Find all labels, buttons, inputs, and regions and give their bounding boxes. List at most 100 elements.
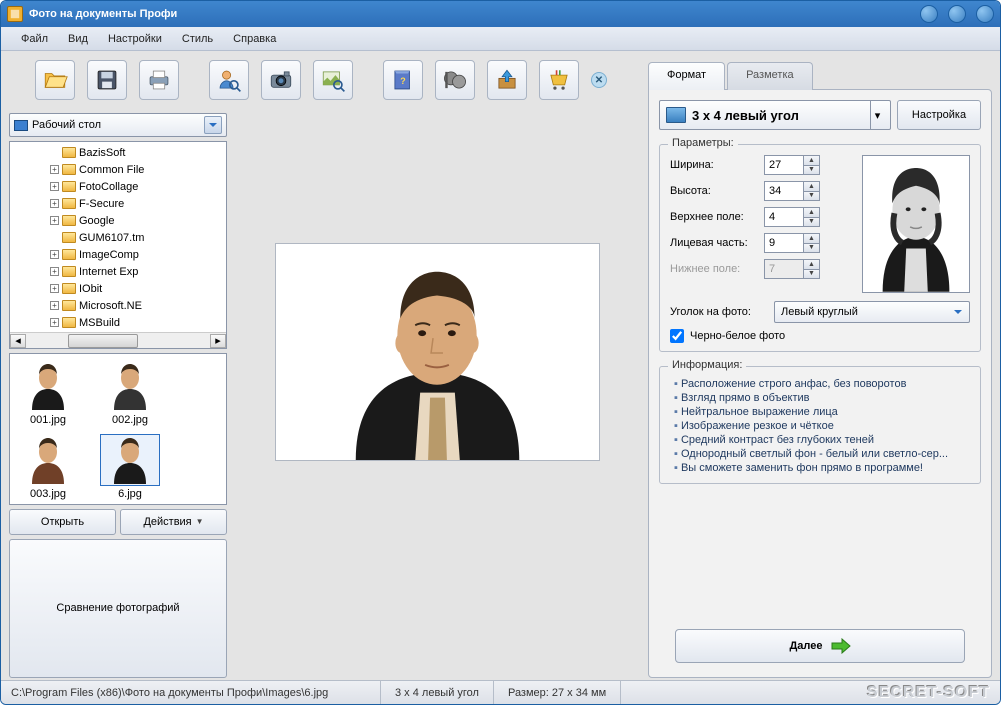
menu-file[interactable]: Файл — [11, 30, 58, 48]
menubar: Файл Вид Настройки Стиль Справка — [1, 27, 1000, 51]
folder-icon — [62, 283, 76, 294]
tree-item[interactable]: BazisSoft — [50, 144, 226, 161]
arrow-right-icon — [831, 638, 851, 654]
folder-icon — [62, 300, 76, 311]
toolbar-close-icon[interactable]: ✕ — [591, 72, 607, 88]
camera-button[interactable] — [261, 60, 301, 100]
menu-style[interactable]: Стиль — [172, 30, 223, 48]
scroll-right-button[interactable]: ▸ — [210, 334, 226, 348]
info-list: Расположение строго анфас, без поворотов… — [670, 377, 970, 475]
open-folder-button[interactable] — [35, 60, 75, 100]
parameters-group: Параметры: Ширина:▲▼ Высота:▲▼ Верхнее п… — [659, 144, 981, 352]
monitor-icon — [14, 120, 28, 131]
bw-checkbox[interactable] — [670, 329, 684, 343]
location-label: Рабочий стол — [32, 119, 200, 131]
watermark: SECRET-SOFT — [867, 684, 990, 702]
location-combo[interactable]: Рабочий стол — [9, 113, 227, 137]
tree-item[interactable]: +FotoCollage — [50, 178, 226, 195]
tree-item[interactable]: +Microsoft.NE — [50, 297, 226, 314]
chevron-down-icon — [953, 307, 963, 317]
configure-button[interactable]: Настройка — [897, 100, 981, 130]
tree-item[interactable]: +Common File — [50, 161, 226, 178]
status-path: C:\Program Files (x86)\Фото на документы… — [11, 681, 381, 704]
corner-label: Уголок на фото: — [670, 306, 768, 318]
folder-icon — [62, 198, 76, 209]
person-search-button[interactable] — [209, 60, 249, 100]
tree-item[interactable]: +F-Secure — [50, 195, 226, 212]
folder-icon — [62, 232, 76, 243]
chevron-down-icon[interactable]: ▾ — [870, 101, 884, 129]
maximize-button[interactable] — [948, 5, 966, 23]
tree-item[interactable]: GUM6107.tm — [50, 229, 226, 246]
height-stepper[interactable]: ▲▼ — [764, 181, 820, 201]
statusbar: C:\Program Files (x86)\Фото на документы… — [1, 680, 1000, 704]
thumbnail[interactable]: 001.jpg — [16, 360, 80, 426]
photo-icon — [666, 107, 686, 123]
svg-text:?: ? — [400, 76, 405, 86]
info-item: Расположение строго анфас, без поворотов — [674, 377, 970, 391]
next-button[interactable]: Далее — [675, 629, 965, 663]
bw-label: Черно-белое фото — [690, 330, 785, 342]
info-item: Однородный светлый фон - белый или светл… — [674, 447, 970, 461]
thumbnail[interactable]: 003.jpg — [16, 434, 80, 500]
format-combo[interactable]: 3 х 4 левый угол ▾ — [659, 100, 891, 130]
video-button[interactable] — [435, 60, 475, 100]
tree-item[interactable]: +MSBuild — [50, 314, 226, 331]
minimize-button[interactable] — [920, 5, 938, 23]
toolbar: ? ✕ — [35, 57, 607, 103]
tree-hscrollbar[interactable]: ◂ ▸ — [10, 332, 226, 348]
thumbnail[interactable]: 002.jpg — [98, 360, 162, 426]
folder-icon — [62, 266, 76, 277]
zoom-photo-button[interactable] — [313, 60, 353, 100]
save-button[interactable] — [87, 60, 127, 100]
width-stepper[interactable]: ▲▼ — [764, 155, 820, 175]
preview-image — [276, 244, 599, 460]
top-margin-stepper[interactable]: ▲▼ — [764, 207, 820, 227]
folder-icon — [62, 147, 76, 158]
face-stepper[interactable]: ▲▼ — [764, 233, 820, 253]
sample-preview — [862, 155, 970, 293]
info-legend: Информация: — [668, 359, 746, 371]
info-item: Взгляд прямо в объектив — [674, 391, 970, 405]
parameters-legend: Параметры: — [668, 137, 738, 149]
folder-icon — [62, 181, 76, 192]
folder-icon — [62, 317, 76, 328]
menu-settings[interactable]: Настройки — [98, 30, 172, 48]
tree-item[interactable]: +Google — [50, 212, 226, 229]
info-item: Изображение резкое и чёткое — [674, 419, 970, 433]
tree-item[interactable]: +IObit — [50, 280, 226, 297]
folder-icon — [62, 249, 76, 260]
corner-select[interactable]: Левый круглый — [774, 301, 970, 323]
center-panel — [235, 113, 640, 678]
update-button[interactable] — [487, 60, 527, 100]
cart-button[interactable] — [539, 60, 579, 100]
scroll-left-button[interactable]: ◂ — [10, 334, 26, 348]
thumbnail[interactable]: 6.jpg — [98, 434, 162, 500]
menu-view[interactable]: Вид — [58, 30, 98, 48]
info-item: Средний контраст без глубоких теней — [674, 433, 970, 447]
status-format: 3 х 4 левый угол — [381, 681, 494, 704]
close-button[interactable] — [976, 5, 994, 23]
window-title: Фото на документы Профи — [29, 8, 910, 20]
left-panel: Рабочий стол BazisSoft+Common File+FotoC… — [9, 113, 227, 678]
tree-item[interactable]: +ImageComp — [50, 246, 226, 263]
tree-item[interactable]: +Internet Exp — [50, 263, 226, 280]
tab-markup[interactable]: Разметка — [727, 62, 813, 90]
photo-preview — [275, 243, 600, 461]
menu-help[interactable]: Справка — [223, 30, 286, 48]
chevron-down-icon[interactable] — [204, 116, 222, 134]
open-button[interactable]: Открыть — [9, 509, 116, 535]
folder-tree[interactable]: BazisSoft+Common File+FotoCollage+F-Secu… — [9, 141, 227, 349]
compare-button[interactable]: Сравнение фотографий — [9, 539, 227, 679]
print-button[interactable] — [139, 60, 179, 100]
help-book-button[interactable]: ? — [383, 60, 423, 100]
bottom-margin-stepper: ▲▼ — [764, 259, 820, 279]
actions-button[interactable]: Действия▼ — [120, 509, 227, 535]
scroll-thumb[interactable] — [68, 334, 138, 348]
format-name: 3 х 4 левый угол — [692, 108, 864, 123]
titlebar: Фото на документы Профи — [1, 1, 1000, 27]
chevron-down-icon: ▼ — [196, 517, 204, 526]
tab-format[interactable]: Формат — [648, 62, 725, 90]
status-size: Размер: 27 х 34 мм — [494, 681, 621, 704]
folder-icon — [62, 215, 76, 226]
